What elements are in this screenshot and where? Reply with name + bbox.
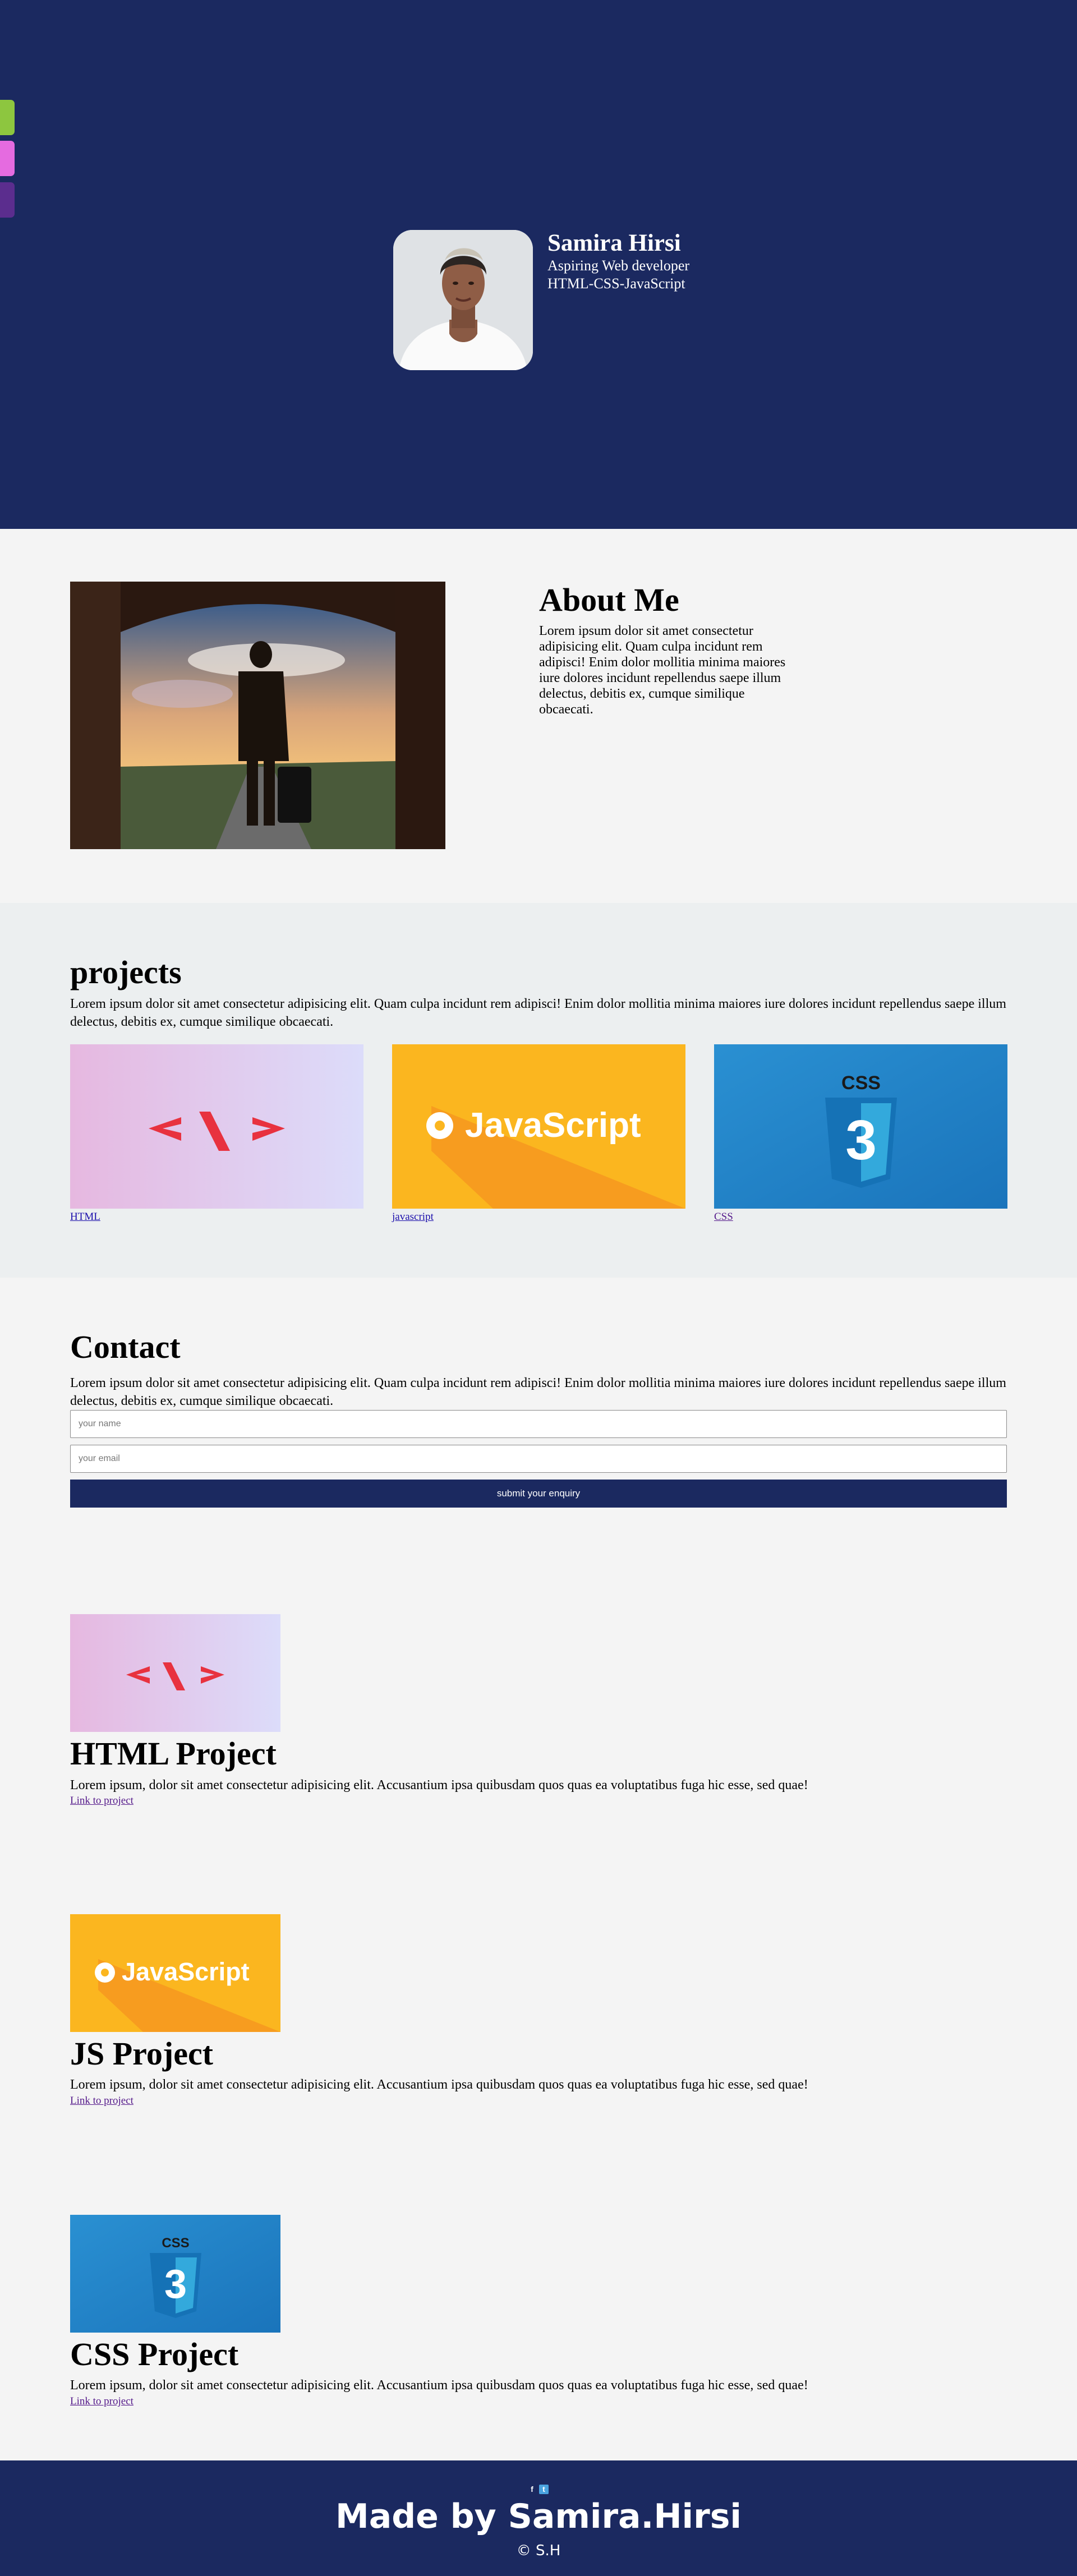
about-title: About Me bbox=[539, 582, 679, 618]
hero-skills: HTML-CSS-JavaScript bbox=[547, 275, 685, 292]
project-card-html: HTML bbox=[70, 1044, 363, 1223]
html-code-image bbox=[70, 1044, 363, 1209]
html-project-link[interactable]: Link to project bbox=[70, 1795, 134, 1807]
profile-photo bbox=[393, 230, 533, 370]
html-project-image bbox=[70, 1614, 280, 1732]
footer-copyright: © S.H bbox=[516, 2542, 561, 2559]
js-project-image: JavaScript bbox=[70, 1914, 280, 2032]
svg-text:JavaScript: JavaScript bbox=[122, 1957, 250, 1986]
projects-section: projects Lorem ipsum dolor sit amet cons… bbox=[0, 903, 1077, 1278]
html-project-text: Lorem ipsum, dolor sit amet consectetur … bbox=[70, 1778, 808, 1792]
css3-logo-image: CSS 3 bbox=[714, 1044, 1007, 1209]
projects-title: projects bbox=[70, 954, 182, 990]
projects-text: Lorem ipsum dolor sit amet consectetur a… bbox=[70, 997, 1006, 1029]
js-project-text: Lorem ipsum, dolor sit amet consectetur … bbox=[70, 2077, 808, 2092]
about-text: Lorem ipsum dolor sit amet consectetur a… bbox=[539, 624, 786, 717]
project-card-css: CSS 3 CSS bbox=[714, 1044, 1007, 1223]
svg-text:JavaScript: JavaScript bbox=[465, 1106, 641, 1145]
footer-title: Made by Samira.Hirsi bbox=[335, 2497, 742, 2536]
submit-enquiry-button[interactable]: submit your enquiry bbox=[70, 1480, 1007, 1508]
twitter-icon[interactable]: t bbox=[539, 2485, 549, 2494]
about-photo bbox=[70, 582, 445, 849]
css-project-image: CSS 3 bbox=[70, 2215, 280, 2333]
contact-section: Contact Lorem ipsum dolor sit amet conse… bbox=[0, 1278, 1077, 1513]
hero-section: Samira Hirsi Aspiring Web developer HTML… bbox=[0, 0, 1077, 529]
html-project-title: HTML Project bbox=[70, 1735, 277, 1772]
project-card-javascript: JavaScript javascript bbox=[392, 1044, 685, 1223]
javascript-logo-image: JavaScript bbox=[392, 1044, 685, 1209]
side-tab-pink[interactable] bbox=[0, 141, 15, 176]
side-tab-purple[interactable] bbox=[0, 182, 15, 218]
social-links: f t bbox=[527, 2485, 549, 2494]
css-project-link[interactable]: Link to project bbox=[70, 2395, 134, 2408]
css-project-text: Lorem ipsum, dolor sit amet consectetur … bbox=[70, 2378, 808, 2393]
side-tab-green[interactable] bbox=[0, 100, 15, 135]
js-project-link[interactable]: Link to project bbox=[70, 2095, 134, 2107]
footer: f t Made by Samira.Hirsi © S.H bbox=[0, 2460, 1077, 2576]
svg-text:3: 3 bbox=[845, 1109, 877, 1172]
name-input[interactable] bbox=[70, 1410, 1007, 1438]
about-section: About Me Lorem ipsum dolor sit amet cons… bbox=[0, 529, 1077, 903]
project-link-css[interactable]: CSS bbox=[714, 1211, 733, 1223]
facebook-icon[interactable]: f bbox=[527, 2485, 537, 2494]
css-project-title: CSS Project bbox=[70, 2336, 239, 2372]
js-project-title: JS Project bbox=[70, 2035, 213, 2072]
hero-intro: Samira Hirsi Aspiring Web developer HTML… bbox=[547, 230, 689, 293]
hero-role: Aspiring Web developer bbox=[547, 257, 690, 274]
svg-text:3: 3 bbox=[164, 2262, 187, 2307]
project-link-javascript[interactable]: javascript bbox=[392, 1211, 434, 1223]
contact-text: Lorem ipsum dolor sit amet consectetur a… bbox=[70, 1376, 1006, 1408]
project-link-html[interactable]: HTML bbox=[70, 1211, 100, 1223]
contact-title: Contact bbox=[70, 1329, 181, 1365]
email-input[interactable] bbox=[70, 1445, 1007, 1473]
hero-name: Samira Hirsi bbox=[547, 230, 681, 256]
svg-text:CSS: CSS bbox=[841, 1072, 881, 1094]
svg-text:CSS: CSS bbox=[162, 2236, 189, 2251]
